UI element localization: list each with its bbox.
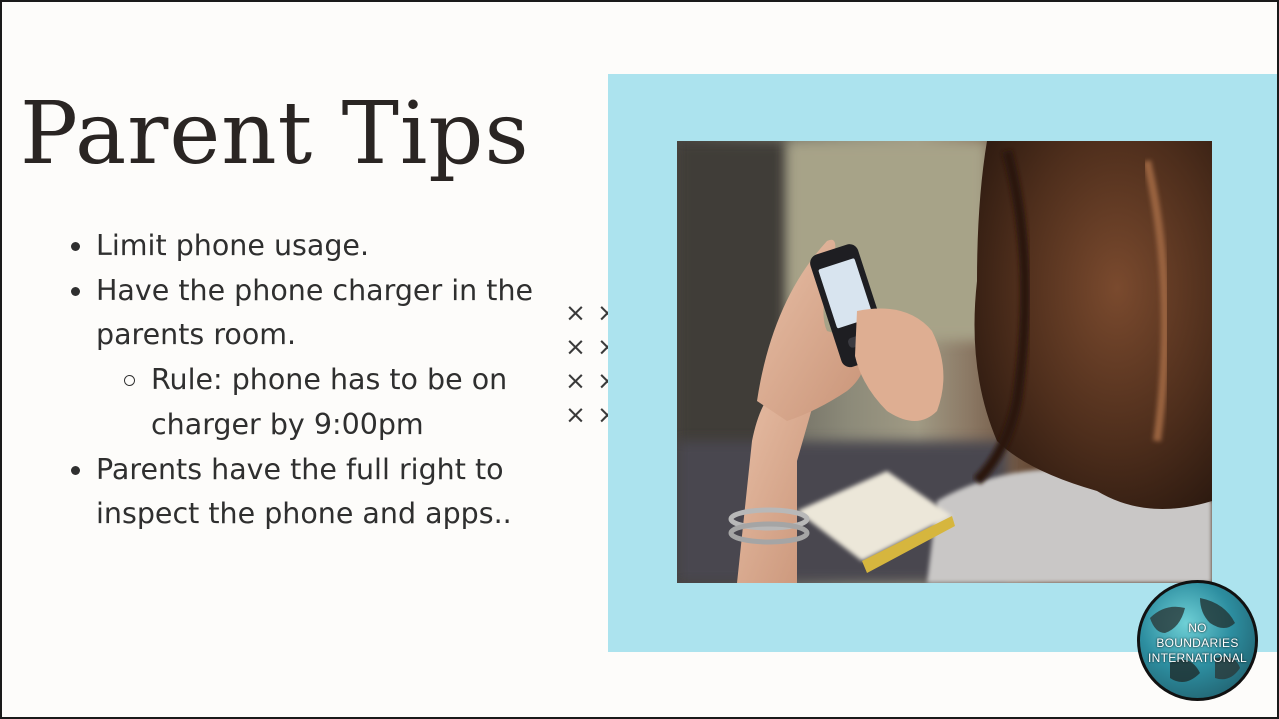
x-mark-icon: ×	[565, 400, 586, 429]
x-mark-icon: ×	[565, 366, 586, 395]
bullet-item: Parents have the full right to inspect t…	[71, 448, 536, 537]
x-mark-icon: ×	[565, 332, 586, 361]
bullet-item: Have the phone charger in the parents ro…	[71, 269, 536, 358]
hollow-bullet-icon	[124, 375, 135, 387]
bullet-text: Limit phone usage.	[96, 229, 370, 262]
bullet-text: Have the phone charger in the parents ro…	[96, 273, 534, 352]
slide: Parent Tips Limit phone usage. Have the …	[0, 0, 1279, 719]
slide-title: Parent Tips	[20, 84, 530, 184]
sub-bullet-text: Rule: phone has to be on charger by 9:00…	[151, 363, 508, 441]
sub-bullet-item: Rule: phone has to be on charger by 9:00…	[124, 358, 536, 447]
bullet-list: Limit phone usage. Have the phone charge…	[71, 224, 536, 537]
bullet-text: Parents have the full right to inspect t…	[96, 452, 512, 531]
logo-text: NO BOUNDARIES INTERNATIONAL	[1140, 621, 1255, 666]
photo-illustration	[677, 141, 1212, 583]
no-boundaries-logo: NO BOUNDARIES INTERNATIONAL	[1137, 580, 1258, 701]
phone-photo	[677, 141, 1212, 583]
bullet-item: Limit phone usage.	[71, 224, 536, 269]
logo-line: INTERNATIONAL	[1147, 651, 1248, 665]
logo-line: BOUNDARIES	[1156, 636, 1239, 650]
x-mark-icon: ×	[565, 298, 586, 327]
logo-line: NO	[1188, 621, 1207, 635]
bullet-dot-icon	[71, 465, 80, 475]
bullet-dot-icon	[71, 242, 80, 251]
bullet-dot-icon	[71, 286, 80, 296]
